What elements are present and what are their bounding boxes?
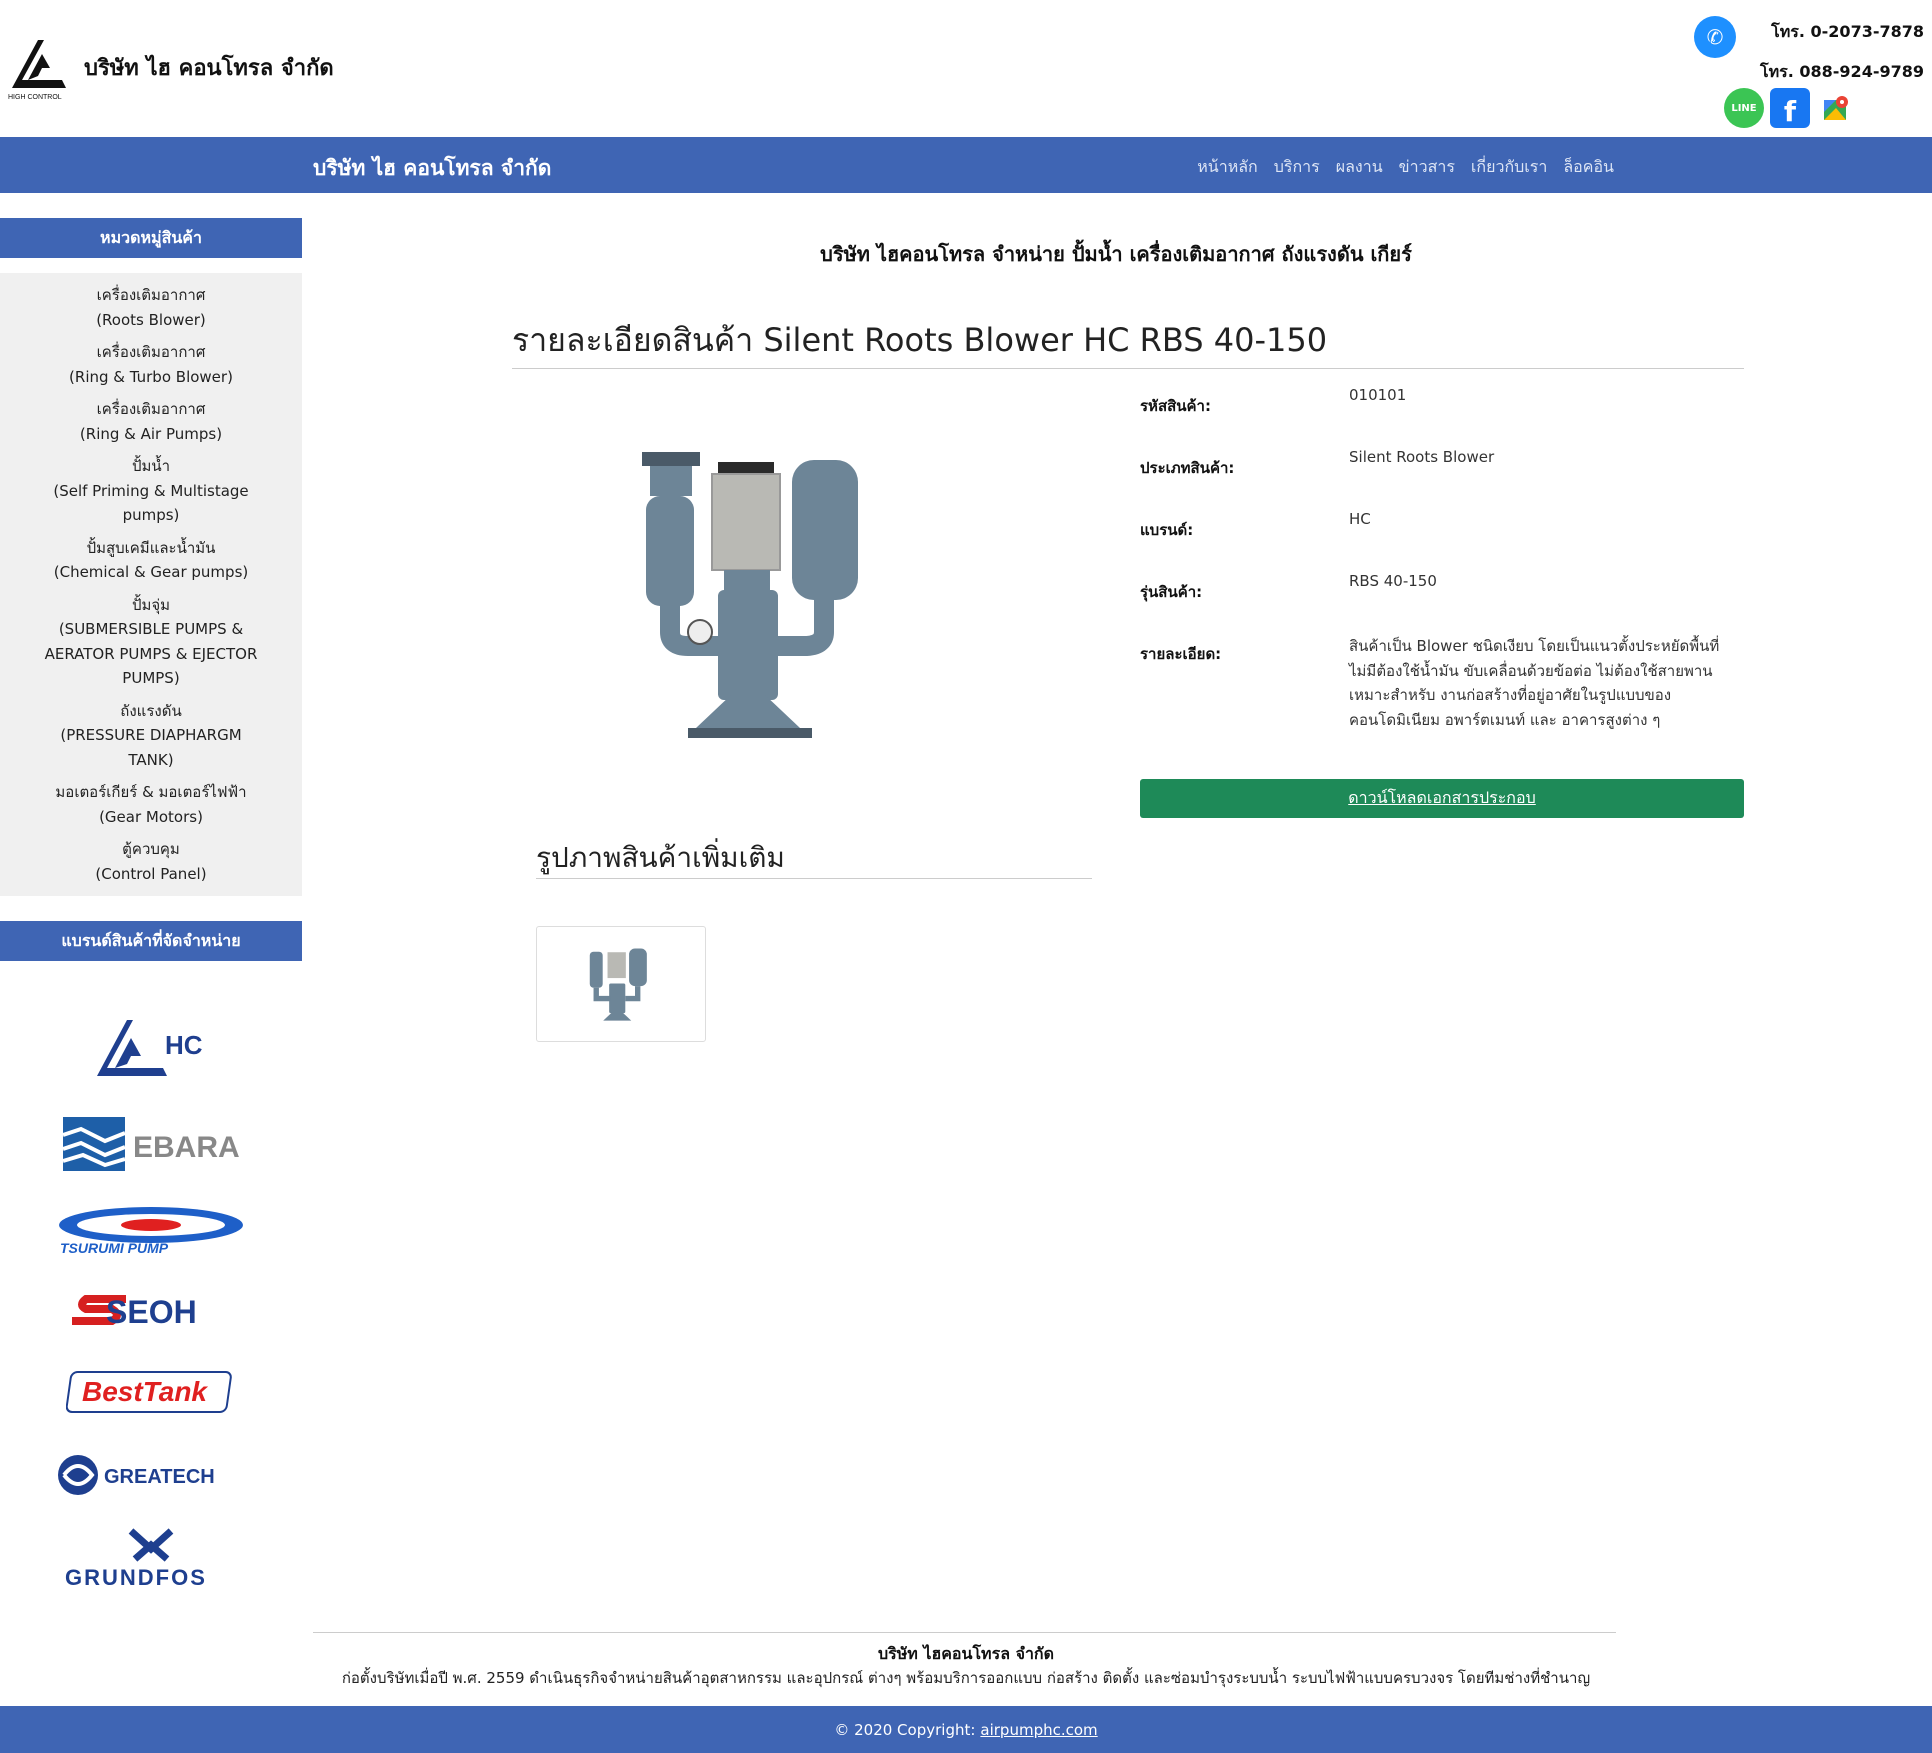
line-icon-label: LINE bbox=[1731, 102, 1757, 114]
category-item[interactable]: เครื่องเติมอากาศ (Ring & Turbo Blower) bbox=[0, 336, 302, 393]
page-heading: บริษัท ไฮคอนโทรล จำหน่าย ปั้มน้ำ เครื่อง… bbox=[820, 242, 1412, 266]
title-divider bbox=[512, 368, 1744, 369]
brand-seoh-text: SEOH bbox=[106, 1294, 197, 1327]
footer-description: ก่อตั้งบริษัทเมื่อปี พ.ศ. 2559 ดำเนินธุร… bbox=[341, 1669, 1591, 1687]
detail-label: ประเภทสินค้า: bbox=[1140, 459, 1235, 477]
detail-value: Silent Roots Blower bbox=[1349, 448, 1495, 466]
phone-number-2[interactable]: โทร. 088-924-9789 bbox=[1760, 60, 1924, 85]
brand-seoh-logo[interactable]: SEOH bbox=[0, 1265, 302, 1353]
detail-value: HC bbox=[1349, 510, 1371, 528]
product-title: รายละเอียดสินค้า Silent Roots Blower HC … bbox=[512, 321, 1328, 359]
detail-row-code: รหัสสินค้า: 010101 bbox=[1140, 386, 1744, 448]
brand-besttank-text: BestTank bbox=[82, 1376, 208, 1407]
category-item[interactable]: เครื่องเติมอากาศ (Roots Blower) bbox=[0, 279, 302, 336]
category-item[interactable]: ปั้มน้ำ (Self Priming & Multistage pumps… bbox=[0, 450, 302, 532]
product-image[interactable] bbox=[632, 432, 892, 752]
detail-row-model: รุ่นสินค้า: RBS 40-150 bbox=[1140, 572, 1744, 634]
product-details: รหัสสินค้า: 010101 ประเภทสินค้า: Silent … bbox=[1140, 386, 1744, 729]
facebook-icon[interactable]: f bbox=[1770, 88, 1810, 128]
detail-row-description: รายละเอียด: สินค้าเป็น Blower ชนิดเงียบ … bbox=[1140, 634, 1744, 729]
brand-greatech-logo[interactable]: GREATECH bbox=[0, 1431, 302, 1519]
detail-description: สินค้าเป็น Blower ชนิดเงียบ โดยเป็นแนวตั… bbox=[1349, 637, 1720, 729]
contact-box: ✆ โทร. 0-2073-7878 โทร. 088-924-9789 LIN… bbox=[1694, 10, 1924, 130]
category-item[interactable]: ปั้มสูบเคมีและน้ำมัน (Chemical & Gear pu… bbox=[0, 532, 302, 589]
logo-caption: HIGH CONTROL bbox=[8, 94, 62, 101]
phone-number-1[interactable]: โทร. 0-2073-7878 bbox=[1771, 20, 1924, 45]
brand-greatech-text: GREATECH bbox=[104, 1466, 215, 1488]
detail-value: 010101 bbox=[1349, 386, 1407, 404]
social-links: LINE f bbox=[1724, 88, 1856, 128]
google-maps-icon[interactable] bbox=[1816, 88, 1856, 128]
main-navbar: บริษัท ไฮ คอนโทรล จำกัด หน้าหลัก บริการ … bbox=[0, 137, 1932, 193]
brand-heading: แบรนด์สินค้าที่จัดจำหน่าย bbox=[0, 921, 302, 961]
detail-label: รุ่นสินค้า: bbox=[1140, 583, 1203, 601]
brand-grundfos-logo[interactable]: GRUNDFOS bbox=[0, 1519, 302, 1599]
category-item[interactable]: ตู้ควบคุม (Control Panel) bbox=[0, 833, 302, 890]
brand-hc-logo[interactable]: HC bbox=[0, 1001, 302, 1093]
detail-row-type: ประเภทสินค้า: Silent Roots Blower bbox=[1140, 448, 1744, 510]
brand-ebara-text: EBARA bbox=[133, 1131, 240, 1164]
brand-besttank-logo[interactable]: BestTank bbox=[0, 1353, 302, 1431]
brand-logos: HC EBARA TSURUMI PUMP SEOH BestTank GREA… bbox=[0, 1001, 302, 1599]
sidebar: หมวดหมู่สินค้า เครื่องเติมอากาศ (Roots B… bbox=[0, 218, 302, 1599]
brand-hc-text: HC bbox=[165, 1030, 203, 1060]
brand-tsurumi-text: TSURUMI PUMP bbox=[60, 1240, 169, 1255]
product-thumbnail[interactable] bbox=[536, 926, 706, 1042]
copyright-text: © 2020 Copyright: bbox=[834, 1720, 976, 1739]
nav-home[interactable]: หน้าหลัก bbox=[1197, 155, 1258, 180]
brand-ebara-logo[interactable]: EBARA bbox=[0, 1093, 302, 1193]
brand-grundfos-text: GRUNDFOS bbox=[65, 1565, 207, 1590]
download-document-button[interactable]: ดาวน์โหลดเอกสารประกอบ bbox=[1140, 779, 1744, 818]
category-item[interactable]: มอเตอร์เกียร์ & มอเตอร์ไฟฟ้า (Gear Motor… bbox=[0, 776, 302, 833]
nav-links: หน้าหลัก บริการ ผลงาน ข่าวสาร เกี่ยวกับเ… bbox=[1197, 155, 1614, 180]
footer-divider bbox=[313, 1632, 1616, 1633]
nav-news[interactable]: ข่าวสาร bbox=[1399, 155, 1455, 180]
category-item[interactable]: ปั้มจุ่ม (SUBMERSIBLE PUMPS & AERATOR PU… bbox=[0, 589, 302, 695]
category-item[interactable]: ถังแรงดัน (PRESSURE DIAPHARGM TANK) bbox=[0, 695, 302, 777]
detail-label: รายละเอียด: bbox=[1140, 645, 1222, 663]
top-header: HIGH CONTROL บริษัท ไฮ คอนโทรล จำกัด ✆ โ… bbox=[0, 0, 1932, 137]
footer-bar: © 2020 Copyright: airpumphc.com bbox=[0, 1706, 1932, 1753]
nav-about[interactable]: เกี่ยวกับเรา bbox=[1471, 155, 1547, 180]
copyright-link[interactable]: airpumphc.com bbox=[980, 1721, 1097, 1739]
phone-icon[interactable]: ✆ bbox=[1694, 16, 1736, 58]
nav-services[interactable]: บริการ bbox=[1274, 155, 1320, 180]
company-name: บริษัท ไฮ คอนโทรล จำกัด bbox=[84, 56, 334, 81]
brand-tsurumi-logo[interactable]: TSURUMI PUMP bbox=[0, 1193, 302, 1265]
navbar-brand[interactable]: บริษัท ไฮ คอนโทรล จำกัด bbox=[313, 152, 551, 185]
company-logo[interactable]: HIGH CONTROL bbox=[8, 32, 76, 102]
line-icon[interactable]: LINE bbox=[1724, 88, 1764, 128]
detail-value: RBS 40-150 bbox=[1349, 572, 1437, 590]
footer-company: บริษัท ไฮคอนโทรล จำกัด bbox=[877, 1644, 1055, 1663]
nav-login[interactable]: ล็อคอิน bbox=[1563, 155, 1614, 180]
more-images-divider bbox=[536, 878, 1092, 879]
more-images-title: รูปภาพสินค้าเพิ่มเติม bbox=[536, 841, 785, 874]
detail-row-brand: แบรนด์: HC bbox=[1140, 510, 1744, 572]
category-list: เครื่องเติมอากาศ (Roots Blower) เครื่องเต… bbox=[0, 273, 302, 896]
detail-label: รหัสสินค้า: bbox=[1140, 397, 1211, 415]
page: HIGH CONTROL บริษัท ไฮ คอนโทรล จำกัด ✆ โ… bbox=[0, 0, 1932, 1753]
nav-portfolio[interactable]: ผลงาน bbox=[1336, 155, 1383, 180]
detail-label: แบรนด์: bbox=[1140, 521, 1194, 539]
category-heading: หมวดหมู่สินค้า bbox=[0, 218, 302, 258]
category-item[interactable]: เครื่องเติมอากาศ (Ring & Air Pumps) bbox=[0, 393, 302, 450]
